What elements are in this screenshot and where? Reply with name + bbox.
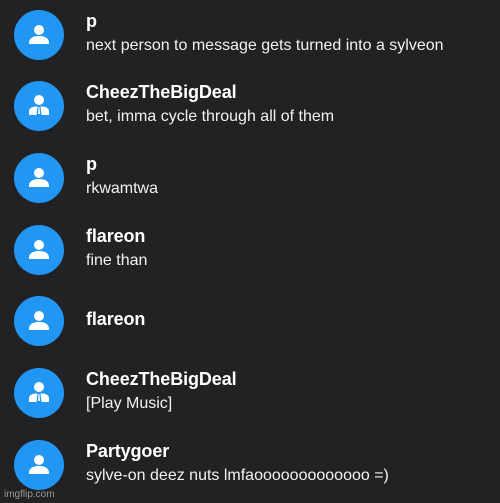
message-item[interactable]: CheezTheBigDeal [Play Music] bbox=[0, 358, 500, 418]
message-author[interactable]: Partygoer bbox=[86, 440, 169, 462]
message-item[interactable]: flareon fine than bbox=[0, 215, 500, 275]
message-author[interactable]: p bbox=[86, 10, 97, 32]
avatar[interactable] bbox=[14, 368, 64, 418]
message-author[interactable]: flareon bbox=[86, 308, 145, 330]
user-icon bbox=[29, 168, 49, 187]
user-icon bbox=[29, 240, 49, 259]
message-item[interactable]: flareon bbox=[0, 286, 500, 346]
user-tie-icon bbox=[29, 382, 49, 402]
message-text: bet, imma cycle through all of them bbox=[86, 108, 335, 125]
avatar[interactable] bbox=[14, 296, 64, 346]
message-item[interactable]: Partygoer sylve-on deez nuts lmfaooooooo… bbox=[0, 430, 500, 490]
watermark: imgflip.com bbox=[4, 489, 55, 500]
user-icon bbox=[29, 311, 49, 330]
message-item[interactable]: p next person to message gets turned int… bbox=[0, 0, 500, 60]
avatar[interactable] bbox=[14, 153, 64, 203]
message-text: sylve-on deez nuts lmfaooooooooooooo =) bbox=[86, 467, 389, 484]
message-item[interactable]: CheezTheBigDeal bet, imma cycle through … bbox=[0, 71, 500, 131]
avatar[interactable] bbox=[14, 225, 64, 275]
message-text: rkwamtwa bbox=[86, 180, 159, 197]
user-icon bbox=[29, 25, 49, 44]
user-tie-icon bbox=[29, 95, 49, 115]
user-icon bbox=[29, 455, 49, 474]
message-text: [Play Music] bbox=[86, 395, 173, 412]
message-feed: p next person to message gets turned int… bbox=[0, 0, 500, 503]
message-author[interactable]: flareon bbox=[86, 225, 145, 247]
message-text: next person to message gets turned into … bbox=[86, 37, 444, 54]
message-author[interactable]: p bbox=[86, 153, 97, 175]
message-item[interactable]: p rkwamtwa bbox=[0, 143, 500, 203]
avatar[interactable] bbox=[14, 81, 64, 131]
avatar[interactable] bbox=[14, 10, 64, 60]
message-author[interactable]: CheezTheBigDeal bbox=[86, 368, 237, 390]
message-text: fine than bbox=[86, 252, 148, 269]
avatar[interactable] bbox=[14, 440, 64, 490]
message-author[interactable]: CheezTheBigDeal bbox=[86, 81, 237, 103]
